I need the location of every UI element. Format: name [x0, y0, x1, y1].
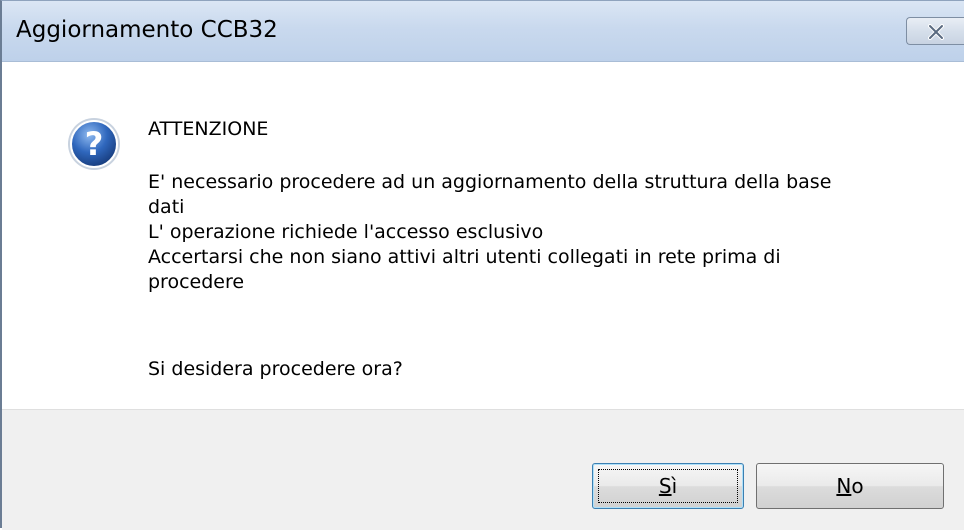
dialog-content: ? ATTENZIONE E' necessario procedere ad … — [2, 62, 964, 409]
window-title: Aggiornamento CCB32 — [16, 17, 278, 43]
dialog-question: Si desidera procedere ora? — [148, 358, 403, 380]
close-icon — [928, 24, 944, 40]
yes-button-label: Sì — [658, 474, 678, 498]
question-icon: ? — [68, 118, 120, 170]
no-button-label: No — [836, 474, 864, 498]
dialog-message: E' necessario procedere ad un aggiorname… — [148, 170, 938, 295]
message-line: dati — [148, 196, 185, 218]
dialog-window: Aggiornamento CCB32 ? ATTENZIONE E' nece… — [0, 0, 964, 530]
no-button[interactable]: No — [756, 463, 944, 509]
dialog-heading: ATTENZIONE — [148, 118, 269, 140]
button-bar: Sì No — [2, 409, 964, 530]
message-line: Accertarsi che non siano attivi altri ut… — [148, 246, 781, 268]
yes-button[interactable]: Sì — [592, 463, 744, 509]
message-line: E' necessario procedere ad un aggiorname… — [148, 171, 832, 193]
close-button[interactable] — [906, 17, 964, 45]
svg-text:?: ? — [85, 125, 104, 163]
message-line: procedere — [148, 271, 245, 293]
message-line: L' operazione richiede l'accesso esclusi… — [148, 221, 544, 243]
title-bar[interactable]: Aggiornamento CCB32 — [2, 1, 964, 62]
